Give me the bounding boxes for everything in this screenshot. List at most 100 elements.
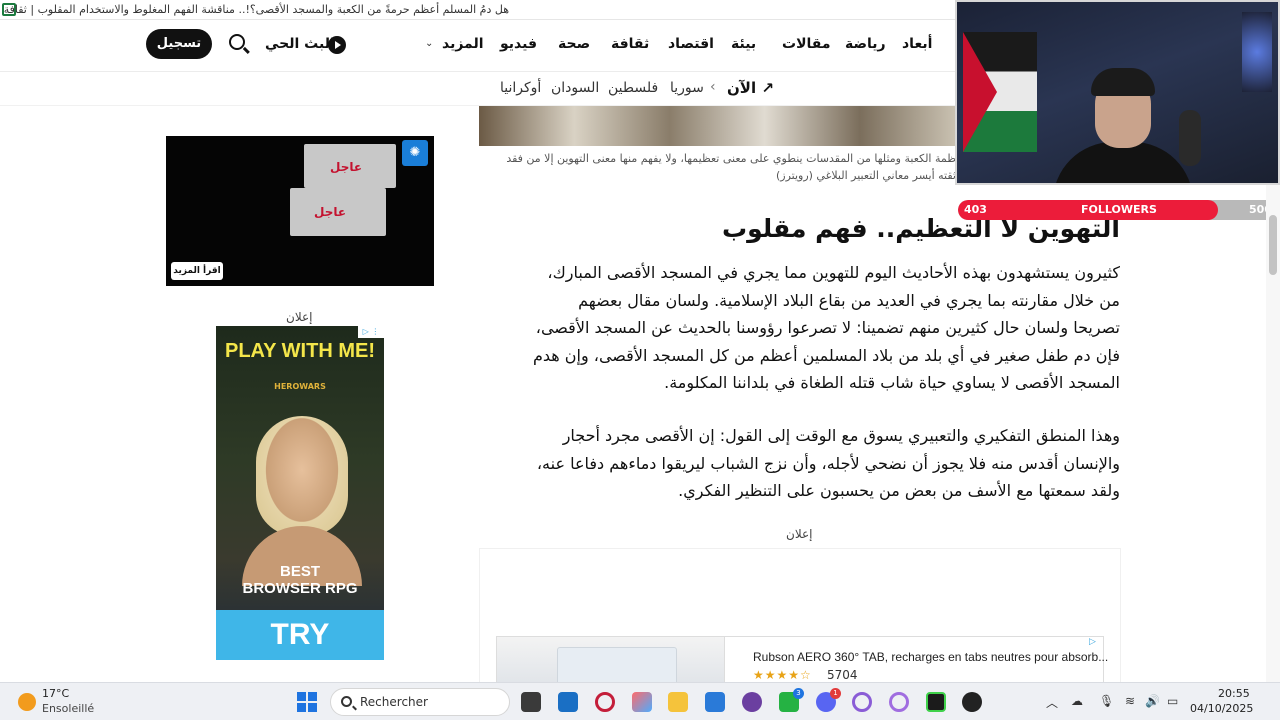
chevron-up-icon[interactable]: ︿: [1046, 694, 1058, 711]
caption-line: ظمة الكعبة ومثلها من المقدسات ينطوي على …: [506, 152, 956, 165]
paragraph-line: كثيرون يستشهدون بهذه الأحاديث اليوم للته…: [547, 263, 1120, 282]
paragraph-line: المسجد الأقصى لا يساوي حياة شاب قتله الط…: [664, 373, 1120, 392]
whatsapp-icon[interactable]: 3: [779, 688, 804, 712]
wifi-icon[interactable]: ≋: [1125, 694, 1135, 708]
nav-sports[interactable]: رياضة: [845, 36, 886, 52]
nav-environment[interactable]: بيئة: [731, 36, 756, 52]
article-image: [479, 106, 955, 146]
rating-stars-icon: ★★★★☆: [753, 668, 812, 682]
terminal-icon[interactable]: [926, 692, 946, 712]
search-icon: [341, 696, 352, 707]
page-scrollbar[interactable]: [1266, 185, 1280, 682]
background-light: [1242, 12, 1272, 92]
product-ad[interactable]: Rubson AERO 360° TAB, recharges en tabs …: [496, 636, 1108, 689]
app-icon[interactable]: [742, 692, 762, 712]
trend-sudan[interactable]: السودان: [551, 80, 599, 96]
webcam-overlay: [955, 0, 1280, 185]
browser-title-bar: هل دمُ المسلم أعظم حرمةً من الكعبة والمس…: [0, 0, 955, 20]
obs-icon[interactable]: [962, 692, 982, 712]
site-header: تسجيل البث الحي ⌄ المزيد فيديو صحة ثقافة…: [0, 20, 955, 72]
play-icon[interactable]: [328, 36, 346, 54]
ad-label: إعلان: [286, 310, 313, 324]
trending-now-label: الآن ↗: [727, 79, 774, 97]
scrollbar-thumb[interactable]: [1269, 215, 1277, 275]
copilot-icon[interactable]: [632, 692, 652, 712]
task-view-icon[interactable]: [521, 692, 541, 712]
start-button[interactable]: [297, 692, 317, 712]
nav-health[interactable]: صحة: [558, 36, 590, 52]
aljazeera-logo-icon: ✺: [402, 140, 428, 166]
weather-condition[interactable]: Ensoleillé: [42, 702, 94, 715]
product-title[interactable]: Rubson AERO 360° TAB, recharges en tabs …: [753, 650, 1108, 664]
page-tab-title: هل دمُ المسلم أعظم حرمةً من الكعبة والمس…: [0, 3, 509, 16]
image-caption: ظمة الكعبة ومثلها من المقدسات ينطوي على …: [478, 150, 956, 184]
live-stream-link[interactable]: البث الحي: [265, 36, 335, 52]
ad-tagline-line: BROWSER RPG: [242, 580, 358, 597]
urgent-label: عاجل: [314, 205, 347, 219]
paragraph-line: وهذا المنطق التفكيري والتعبيري يسوق مع ا…: [562, 426, 1120, 445]
paragraph-line: فإن دم طفل صغير في أي بلد من بلاد المسلم…: [532, 345, 1120, 365]
clock-date[interactable]: 04/10/2025: [1190, 702, 1253, 715]
search-placeholder: Rechercher: [360, 695, 428, 709]
search-icon[interactable]: [229, 34, 245, 50]
review-count: 5704: [827, 668, 858, 682]
nav-culture[interactable]: ثقافة: [611, 36, 649, 52]
urgent-label: عاجل: [330, 160, 363, 174]
opera-icon[interactable]: [889, 692, 909, 712]
urgent-card: عاجل: [304, 144, 396, 188]
trend-ukraine[interactable]: أوكرانيا: [500, 80, 541, 96]
microphone-icon: [1179, 110, 1201, 166]
urgent-card: عاجل: [290, 188, 386, 236]
microphone-icon[interactable]: 🎙: [1099, 694, 1114, 708]
paragraph-line: ولقد سمعتها مع الأسف من بعض من يحسبون عل…: [678, 481, 1120, 500]
nav-more[interactable]: المزيد: [442, 36, 484, 52]
opera-gx-icon[interactable]: [852, 692, 872, 712]
volume-icon[interactable]: 🔊: [1145, 694, 1160, 708]
adchoices-icon[interactable]: ▷: [1089, 637, 1101, 649]
nav-economy[interactable]: اقتصاد: [668, 36, 714, 52]
chevron-down-icon[interactable]: ⌄: [425, 38, 433, 49]
trend-syria[interactable]: سوريا: [670, 80, 704, 96]
trend-palestine[interactable]: فلسطين: [608, 80, 658, 96]
trending-bar: أوكرانيا السودان فلسطين سوريا ‹ الآن ↗: [0, 72, 955, 106]
article-paragraph: كثيرون يستشهدون بهذه الأحاديث اليوم للته…: [480, 259, 1120, 397]
paragraph-line: تصريحا ولسان حال كثيرين منهم تضمينا: لا …: [535, 318, 1120, 337]
ad-label: إعلان: [786, 527, 813, 541]
read-more-button[interactable]: اقرأ المزيد: [171, 262, 223, 280]
ad-tagline: BEST BROWSER RPG: [216, 563, 384, 597]
nav-articles[interactable]: مقالات: [782, 36, 831, 52]
battery-icon[interactable]: ▭: [1167, 694, 1178, 708]
notification-badge: 3: [793, 688, 804, 699]
ad-cta-button[interactable]: TRY: [216, 610, 384, 660]
trending-up-icon: ↗: [761, 79, 774, 97]
store-icon[interactable]: [705, 692, 725, 712]
ad-brand-logo: HEROWARS: [274, 382, 326, 391]
game-ad-banner[interactable]: ▷ ⋮ PLAY WITH ME! HEROWARS BEST BROWSER …: [216, 326, 384, 660]
news-video-player[interactable]: عاجل عاجل ✺ اقرأ المزيد: [166, 136, 434, 286]
ad-headline: PLAY WITH ME!: [224, 340, 375, 362]
paragraph-line: والإنسان أقدس منه فلا يجوز أن نضحي لأجله…: [536, 453, 1120, 473]
nav-video[interactable]: فيديو: [500, 36, 537, 52]
ad-tagline-line: BEST: [279, 563, 320, 580]
nav-dimensions[interactable]: أبعاد: [902, 36, 932, 52]
weather-temperature[interactable]: 17°C: [42, 687, 69, 700]
file-explorer-icon[interactable]: [668, 692, 688, 712]
streamer-body: [1053, 142, 1193, 183]
streamer-hair: [1091, 68, 1155, 96]
register-button[interactable]: تسجيل: [146, 29, 212, 59]
taskbar-search[interactable]: Rechercher: [330, 688, 510, 716]
opera-icon[interactable]: [595, 692, 615, 712]
caption-line: ثقته أيسر معاني التعبير البلاغي (رويترز): [775, 169, 956, 182]
chevron-left-icon: ‹: [710, 79, 716, 95]
followers-label: FOLLOWERS: [1081, 203, 1157, 216]
cloud-icon[interactable]: ☁: [1071, 694, 1083, 708]
followers-current: 403: [964, 203, 987, 216]
followers-goal-bar: FOLLOWERS 403 500: [958, 200, 1280, 220]
sun-icon[interactable]: [18, 693, 36, 711]
discord-icon[interactable]: 1: [816, 688, 841, 712]
article-paragraph: وهذا المنطق التفكيري والتعبيري يسوق مع ا…: [480, 422, 1120, 505]
notification-badge: 1: [830, 688, 841, 699]
adchoices-icon[interactable]: ▷ ⋮: [358, 326, 384, 338]
app-icon[interactable]: [558, 692, 578, 712]
clock-time[interactable]: 20:55: [1218, 687, 1250, 700]
